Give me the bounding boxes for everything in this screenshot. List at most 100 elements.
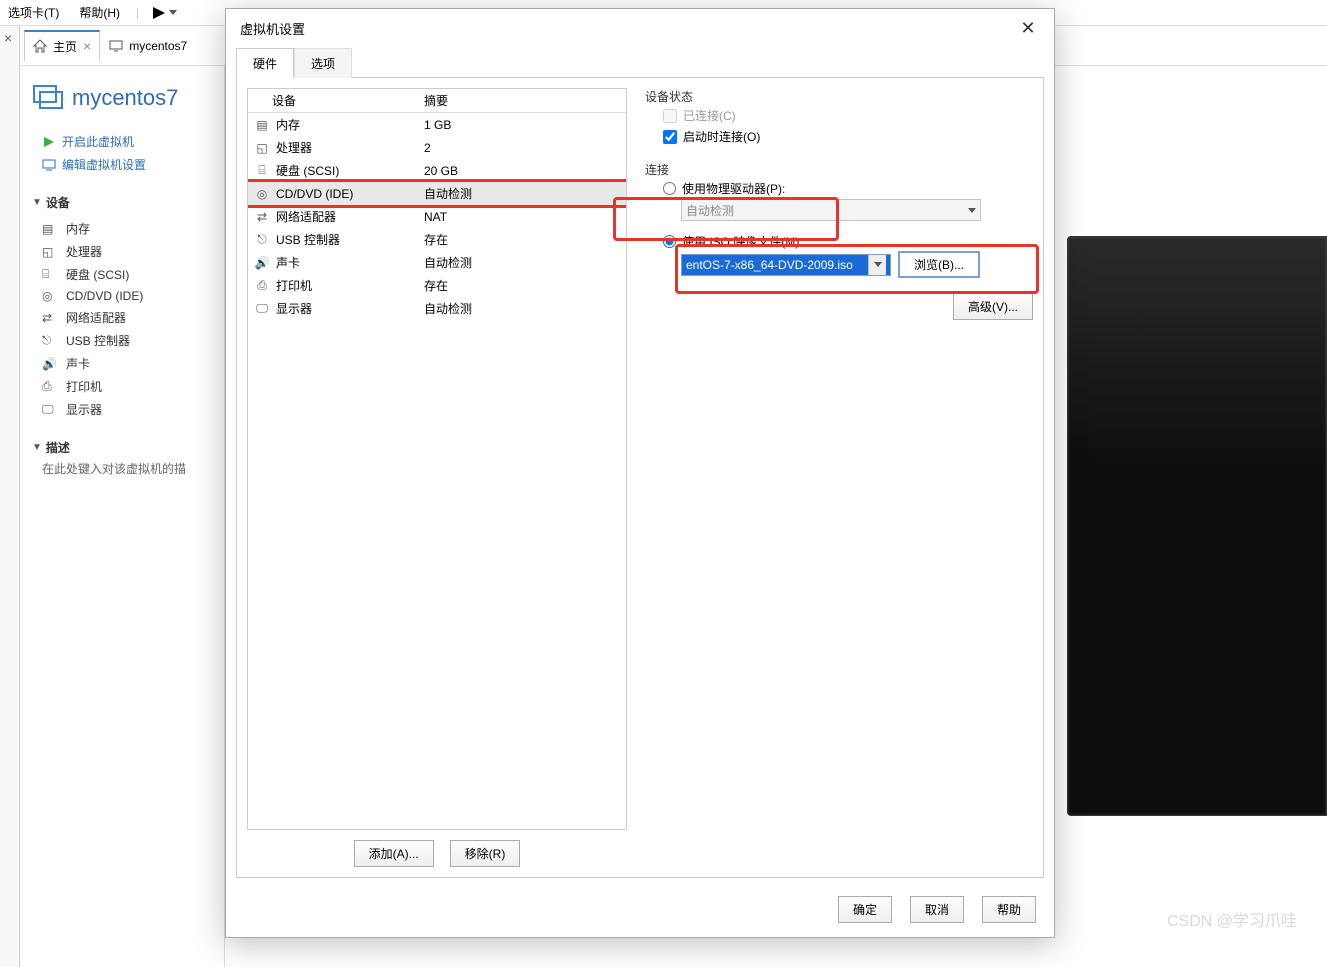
home-icon	[33, 39, 47, 53]
dropdown-icon	[169, 10, 177, 15]
dialog-footer: 确定 取消 帮助	[226, 886, 1054, 937]
close-icon[interactable]: ×	[83, 38, 91, 54]
connect-on-start-input[interactable]	[663, 130, 677, 144]
dev-cddvd[interactable]: ◎CD/DVD (IDE)	[32, 286, 212, 306]
col-device: 设备	[248, 89, 418, 112]
dialog-tabs: 硬件 选项	[226, 47, 1054, 77]
dropdown-icon[interactable]	[868, 255, 886, 275]
hw-row-disk[interactable]: ⌸硬盘 (SCSI)20 GB	[248, 159, 626, 182]
watermark: CSDN @学习爪哇	[1167, 907, 1297, 931]
edit-settings-action[interactable]: 编辑虚拟机设置	[32, 153, 212, 176]
dev-display[interactable]: 🖵显示器	[32, 398, 212, 421]
hw-row-usb[interactable]: ⎋USB 控制器存在	[248, 228, 626, 251]
description-label: 描述	[46, 439, 70, 456]
dev-disk[interactable]: ⌸硬盘 (SCSI)	[32, 263, 212, 286]
display-icon: 🖵	[42, 402, 58, 417]
iso-path-combo[interactable]: entOS-7-x86_64-DVD-2009.iso	[681, 254, 891, 276]
dev-sound[interactable]: 🔊声卡	[32, 352, 212, 375]
vm-title-text: mycentos7	[72, 85, 178, 111]
vm-icon	[32, 82, 64, 114]
tab-vm-label: mycentos7	[129, 39, 187, 53]
hw-row-sound[interactable]: 🔊声卡自动检测	[248, 251, 626, 274]
browse-button[interactable]: 浏览(B)...	[899, 252, 979, 277]
collapse-icon: ▼	[32, 197, 42, 208]
network-icon: ⇄	[42, 311, 58, 325]
hw-row-memory[interactable]: ▤内存1 GB	[248, 113, 626, 136]
hw-row-cpu[interactable]: ◱处理器2	[248, 136, 626, 159]
play-icon	[42, 135, 56, 149]
cpu-icon: ◱	[254, 141, 270, 155]
hardware-panel: 设备 摘要 ▤内存1 GB ◱处理器2 ⌸硬盘 (SCSI)20 GB ◎CD/…	[236, 77, 1044, 878]
close-panel-icon[interactable]: ×	[0, 26, 19, 50]
devices-label: 设备	[46, 194, 70, 211]
dev-usb[interactable]: ⎋USB 控制器	[32, 329, 212, 352]
cancel-button[interactable]: 取消	[910, 896, 964, 923]
connected-checkbox[interactable]: 已连接(C)	[663, 105, 1033, 126]
tab-hardware[interactable]: 硬件	[236, 48, 294, 78]
disk-icon: ⌸	[254, 163, 270, 178]
radio-physical-input[interactable]	[663, 182, 676, 195]
vm-settings-dialog: 虚拟机设置 ✕ 硬件 选项 设备 摘要 ▤内存1 GB ◱处理器2 ⌸硬盘 (S…	[225, 8, 1055, 938]
menu-tabs[interactable]: 选项卡(T)	[4, 2, 63, 23]
power-on-action[interactable]: 开启此虚拟机	[32, 130, 212, 153]
display-icon: 🖵	[254, 301, 270, 316]
hardware-list: 设备 摘要 ▤内存1 GB ◱处理器2 ⌸硬盘 (SCSI)20 GB ◎CD/…	[247, 88, 627, 830]
physical-drive-combo: 自动检测	[681, 199, 981, 221]
hw-row-printer[interactable]: ⎙打印机存在	[248, 274, 626, 297]
connect-on-start-checkbox[interactable]: 启动时连接(O)	[663, 126, 1033, 147]
device-detail-pane: 设备状态 已连接(C) 启动时连接(O) 连接 使用物理驱动器(P): 自动检测	[645, 88, 1033, 867]
edit-settings-label: 编辑虚拟机设置	[62, 156, 146, 173]
description-hint[interactable]: 在此处键入对该虚拟机的描	[32, 456, 212, 477]
tab-options[interactable]: 选项	[294, 48, 352, 78]
remove-hardware-button[interactable]: 移除(R)	[450, 840, 521, 867]
dev-cpu[interactable]: ◱处理器	[32, 240, 212, 263]
ok-button[interactable]: 确定	[838, 896, 892, 923]
printer-icon: ⎙	[42, 379, 58, 394]
advanced-button[interactable]: 高级(V)...	[953, 293, 1033, 320]
left-gutter: ×	[0, 26, 20, 967]
dialog-close-button[interactable]: ✕	[1006, 13, 1050, 43]
devices-header[interactable]: ▼ 设备	[32, 194, 212, 211]
tab-home[interactable]: 主页 ×	[24, 30, 100, 62]
dropdown-icon	[968, 208, 976, 213]
cd-icon: ◎	[254, 187, 270, 201]
description-header[interactable]: ▼ 描述	[32, 439, 212, 456]
help-button[interactable]: 帮助	[982, 896, 1036, 923]
hw-row-cddvd[interactable]: ◎CD/DVD (IDE)自动检测	[248, 182, 626, 205]
network-icon: ⇄	[254, 210, 270, 224]
add-hardware-button[interactable]: 添加(A)...	[354, 840, 434, 867]
run-button[interactable]	[151, 5, 177, 21]
dev-memory[interactable]: ▤内存	[32, 217, 212, 240]
tab-vm[interactable]: mycentos7	[100, 30, 196, 62]
dialog-title: 虚拟机设置	[240, 19, 305, 38]
dev-printer[interactable]: ⎙打印机	[32, 375, 212, 398]
menu-help[interactable]: 帮助(H)	[75, 2, 124, 23]
use-iso-radio[interactable]: 使用 ISO 映像文件(M):	[663, 231, 1033, 252]
collapse-icon: ▼	[32, 442, 42, 453]
devices-list: ▤内存 ◱处理器 ⌸硬盘 (SCSI) ◎CD/DVD (IDE) ⇄网络适配器…	[32, 217, 212, 421]
usb-icon: ⎋	[42, 333, 58, 348]
sound-icon: 🔊	[42, 357, 58, 371]
cd-icon: ◎	[42, 289, 58, 303]
hw-row-display[interactable]: 🖵显示器自动检测	[248, 297, 626, 320]
iso-path-value: entOS-7-x86_64-DVD-2009.iso	[686, 258, 853, 272]
use-physical-radio[interactable]: 使用物理驱动器(P):	[663, 178, 1033, 199]
tab-home-label: 主页	[53, 38, 77, 55]
vm-sidebar: mycentos7 开启此虚拟机 编辑虚拟机设置 ▼ 设备 ▤内存 ◱处理器	[20, 66, 225, 967]
dev-net[interactable]: ⇄网络适配器	[32, 306, 212, 329]
memory-icon: ▤	[254, 118, 270, 132]
power-on-label: 开启此虚拟机	[62, 133, 134, 150]
play-icon	[151, 5, 167, 21]
radio-iso-input[interactable]	[663, 235, 676, 248]
dialog-titlebar: 虚拟机设置 ✕	[226, 9, 1054, 47]
connection-group-label: 连接	[645, 161, 1033, 178]
hw-row-net[interactable]: ⇄网络适配器NAT	[248, 205, 626, 228]
monitor-icon	[109, 39, 123, 53]
usb-icon: ⎋	[254, 232, 270, 247]
col-summary: 摘要	[418, 89, 618, 112]
sound-icon: 🔊	[254, 256, 270, 270]
status-group-label: 设备状态	[645, 88, 1033, 105]
cpu-icon: ◱	[42, 245, 58, 259]
vm-display-panel	[1067, 236, 1327, 816]
disk-icon: ⌸	[42, 267, 58, 282]
